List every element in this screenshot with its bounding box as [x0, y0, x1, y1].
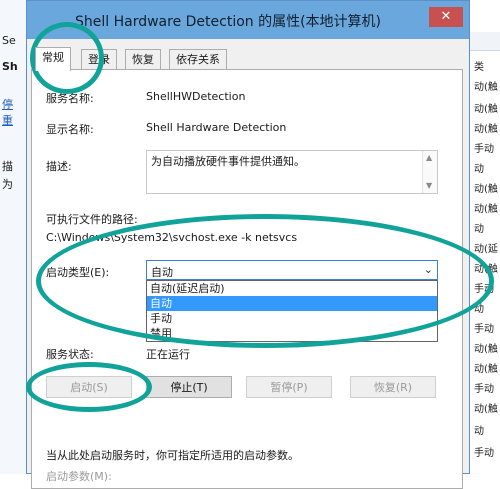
description-scrollbar[interactable]: ▲ ▼ [422, 151, 437, 193]
display-name-value[interactable]: Shell Hardware Detection [146, 121, 286, 134]
close-icon: ✕ [440, 9, 452, 24]
resume-button[interactable]: 恢复(R) [350, 376, 436, 398]
bg-list-cell: 动(触 [474, 344, 498, 355]
bg-list-cell: 动(触 [474, 82, 498, 93]
scroll-down-icon[interactable]: ▼ [426, 181, 432, 190]
bg-left-text: 描 [2, 160, 13, 173]
bg-list-cell: 手动 [474, 144, 494, 155]
start-params-label: 启动参数(M): [46, 470, 112, 483]
description-text: 为自动播放硬件事件提供通知。 [151, 155, 305, 168]
background-services-left-pane: Se Sh 停 重 描 为 [0, 0, 27, 474]
start-params-hint: 当从此处启动服务时，你可指定所适用的启动参数。 [46, 449, 299, 462]
bg-left-link[interactable]: 重 [2, 112, 26, 128]
bg-list-cell: 类 [474, 62, 484, 73]
bg-list-cell: 动 [474, 164, 484, 175]
background-services-list-column: 类 动(触 动(触 动(触 手动 动 动(触 动(触 动 动(延 动(触 手动 … [469, 0, 500, 474]
bg-list-cell: 动(延 [474, 244, 498, 255]
pause-button[interactable]: 暂停(P) [246, 376, 332, 398]
annotation-circle-startup-type [36, 214, 494, 348]
bg-list-cell: 动(触 [474, 104, 498, 115]
bg-left-text: Sh [2, 60, 18, 73]
bg-column-header [470, 32, 500, 51]
bg-list-cell: 动(触 [474, 204, 498, 215]
bg-list-cell: 动 [474, 224, 484, 235]
bg-list-cell: 动(触 [474, 404, 498, 415]
bg-list-cell: 手动 [474, 448, 494, 459]
bg-list-cell: 动(触 [474, 184, 498, 195]
service-status-label: 服务状态: [46, 348, 94, 361]
tab-general[interactable]: 常规 [35, 47, 71, 71]
executable-path-label: 可执行文件的路径: [46, 213, 138, 226]
display-name-label: 显示名称: [46, 123, 94, 136]
bg-list-cell: 动(触 [474, 364, 498, 375]
scroll-up-icon[interactable]: ▲ [426, 153, 432, 162]
bg-list-cell: 手动 [474, 324, 494, 335]
description-label: 描述: [46, 160, 72, 173]
close-button[interactable]: ✕ [429, 7, 463, 27]
bg-list-cell: 动 [474, 426, 484, 437]
bg-list-cell: 手动 [474, 384, 494, 395]
service-name-value: ShellHWDetection [146, 90, 246, 103]
bg-list-cell: 动(触 [474, 124, 498, 135]
tab-recovery[interactable]: 恢复 [125, 49, 161, 70]
tab-dependencies[interactable]: 依存关系 [169, 49, 227, 70]
bg-left-link[interactable]: 停 [2, 96, 26, 112]
annotation-circle-start-button [26, 362, 152, 412]
service-status-value: 正在运行 [146, 348, 190, 361]
description-textbox[interactable]: 为自动播放硬件事件提供通知。 ▲ ▼ [146, 150, 438, 194]
stop-button[interactable]: 停止(T) [146, 376, 232, 398]
bg-left-text: Se [2, 34, 16, 47]
bg-left-text: 为 [2, 178, 13, 191]
